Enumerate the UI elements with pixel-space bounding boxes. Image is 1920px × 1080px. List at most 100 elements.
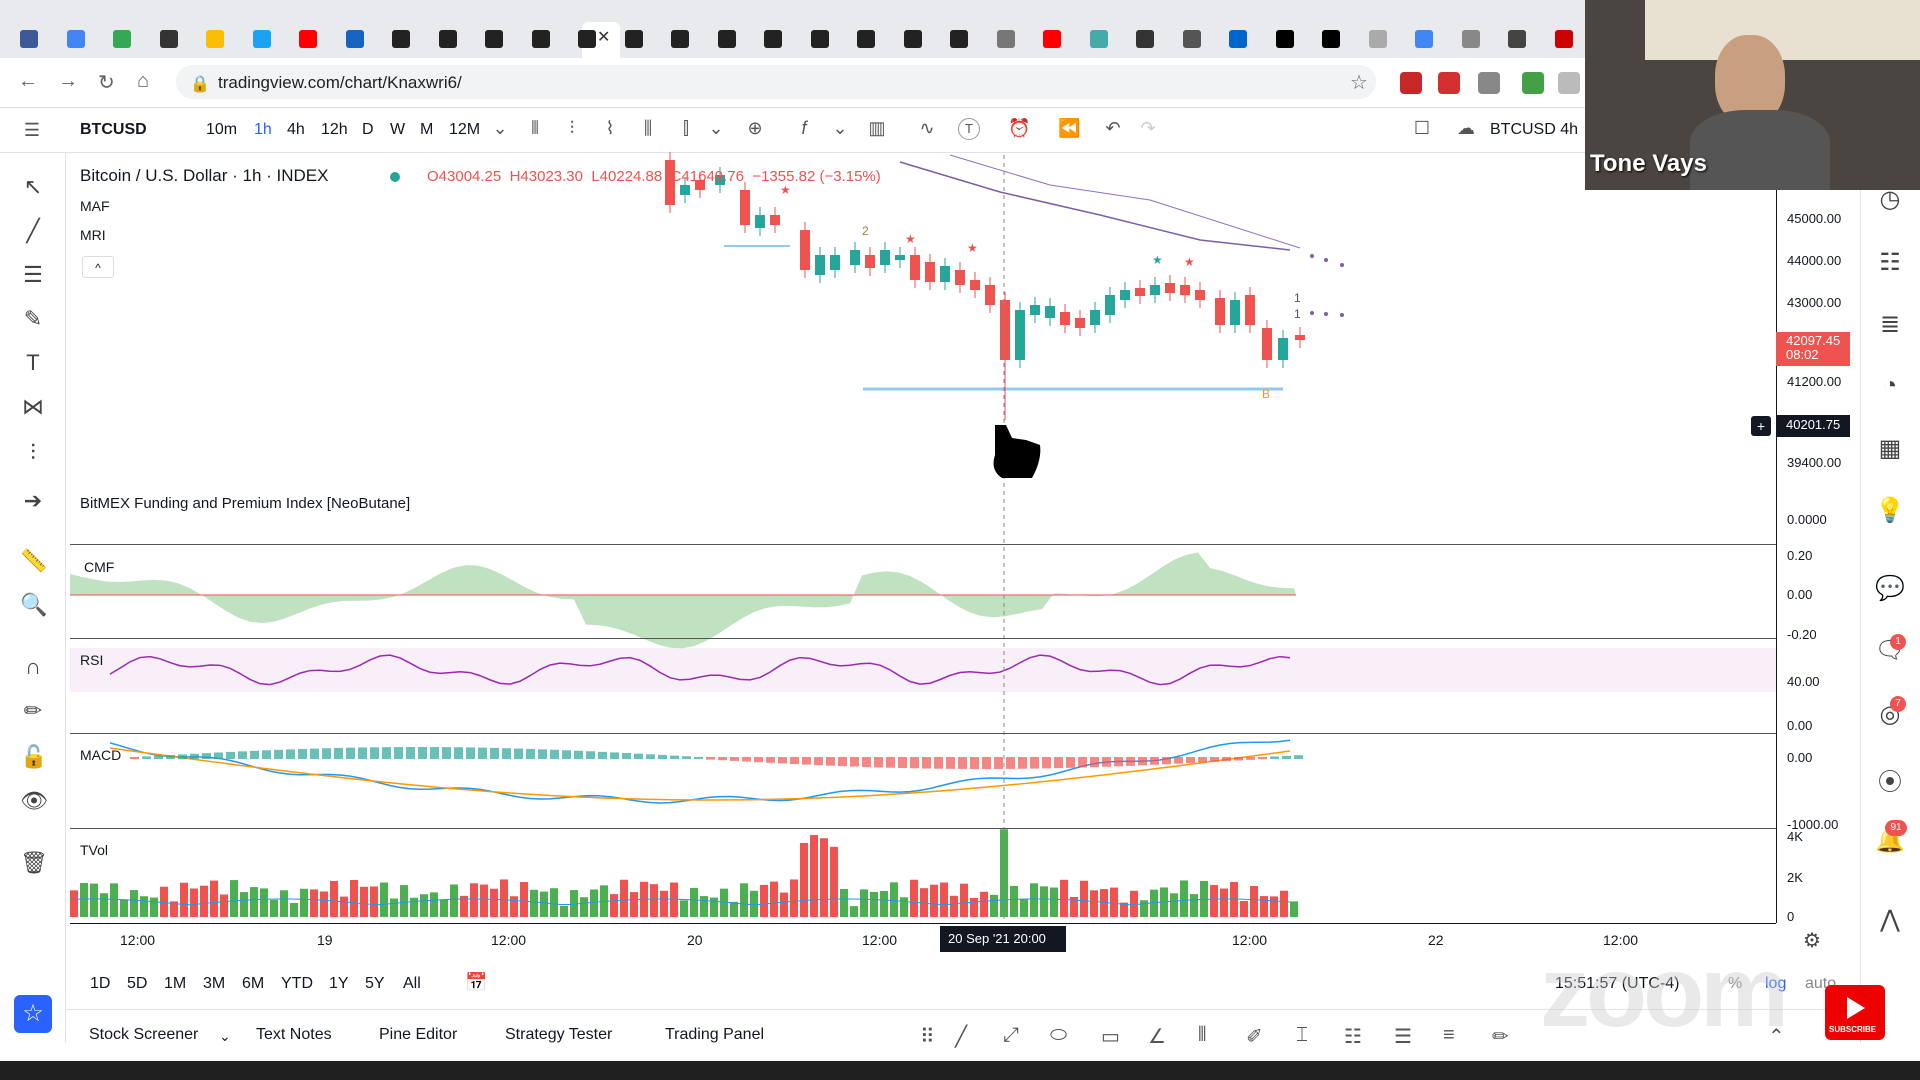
list-icon[interactable]: ≣ — [1874, 310, 1906, 342]
chart-title[interactable]: Bitcoin / U.S. Dollar · 1h · INDEX — [80, 166, 328, 186]
volume-bar — [680, 900, 688, 917]
price-axis[interactable] — [1776, 153, 1860, 923]
current-price-tag: 42097.45 08:02 — [1776, 332, 1850, 366]
volume-bar — [880, 891, 888, 917]
angle-tool-icon[interactable]: ∠ — [1148, 1024, 1166, 1049]
volume-bar — [510, 896, 518, 917]
macd-histogram-bar — [226, 751, 235, 759]
macd-histogram-bar — [814, 757, 823, 766]
date-range-calendar-icon[interactable]: 📅 — [465, 972, 487, 993]
line-tool-icon[interactable]: ╱ — [955, 1024, 967, 1049]
volume-bar — [960, 883, 968, 917]
tab-pine-editor[interactable]: Pine Editor — [379, 1026, 457, 1044]
volume-bar — [310, 889, 318, 917]
subscribe-button[interactable]: SUBSCRIBE — [1825, 985, 1885, 1040]
range-3m[interactable]: 3M — [203, 975, 225, 993]
volume-bar — [830, 846, 838, 917]
volume-bar — [740, 883, 748, 917]
macd-histogram-bar — [538, 749, 547, 759]
change-value: −1355.82 (−3.15%) — [752, 168, 881, 185]
range-5d[interactable]: 5D — [127, 975, 147, 993]
ma-line — [899, 161, 1291, 251]
macd-histogram-bar — [202, 753, 211, 759]
volume-bar — [500, 879, 508, 917]
macd-histogram-bar — [454, 747, 463, 759]
macd-histogram-bar — [862, 757, 871, 767]
macd-histogram-bar — [550, 749, 559, 759]
indicator-mri[interactable]: MRI — [80, 227, 106, 243]
tab-text-notes[interactable]: Text Notes — [256, 1026, 332, 1044]
range-1y[interactable]: 1Y — [329, 975, 349, 993]
range-1m[interactable]: 1M — [164, 975, 186, 993]
low-value: L40224.88 — [591, 168, 663, 185]
range-6m[interactable]: 6M — [242, 975, 264, 993]
range-tool-icon[interactable]: ⌶ — [1296, 1024, 1308, 1047]
volume-bar — [70, 890, 78, 917]
volume-bar — [1190, 894, 1198, 917]
volume-bar — [410, 897, 418, 917]
range-5y[interactable]: 5Y — [365, 975, 385, 993]
range-ytd[interactable]: YTD — [281, 975, 313, 993]
ellipse-tool-icon[interactable]: ⬭ — [1050, 1024, 1067, 1047]
volume-bar — [120, 899, 128, 917]
time-tick: 12:00 — [1232, 932, 1268, 948]
volume-bar — [200, 885, 208, 917]
volume-bar — [690, 887, 698, 917]
chevron-down-icon[interactable]: ⌄ — [219, 1028, 231, 1045]
volume-bar — [660, 890, 668, 917]
range-1d[interactable]: 1D — [90, 975, 110, 993]
pitchfork-tool-icon[interactable]: ☰ — [1394, 1024, 1412, 1049]
macd-histogram-bar — [574, 750, 583, 759]
cmf-area — [70, 552, 1296, 649]
bitmex-pane-title[interactable]: BitMEX Funding and Premium Index [NeoBut… — [80, 495, 410, 512]
watchlist-icon[interactable]: ☷ — [1874, 248, 1906, 280]
hand-cursor-icon — [993, 425, 1041, 478]
collapse-legend-button[interactable]: ^ — [82, 256, 114, 278]
macd-histogram-bar — [490, 747, 499, 759]
volume-bar — [1010, 885, 1018, 917]
ideas-bulb-icon[interactable]: 💡 — [1874, 496, 1906, 528]
macd-histogram-bar — [1150, 757, 1159, 765]
volume-bar — [610, 894, 618, 917]
indicator-maf[interactable]: MAF — [80, 198, 110, 214]
tab-stock-screener[interactable]: Stock Screener — [89, 1026, 198, 1044]
brush-tool-icon[interactable]: ✏ — [1492, 1024, 1509, 1049]
rsi-pane-title[interactable]: RSI — [80, 652, 103, 668]
hotlist-icon[interactable]: ◔ — [1874, 372, 1906, 404]
volume-bar — [150, 897, 158, 917]
fib-tool-icon[interactable]: ☷ — [1344, 1024, 1362, 1049]
callout-tool-icon[interactable]: ▭ — [1101, 1024, 1120, 1049]
calendar-icon[interactable]: ▦ — [1874, 434, 1906, 466]
tvol-pane-title[interactable]: TVol — [80, 842, 108, 858]
webcam-person-body — [1690, 110, 1830, 190]
tab-strategy-tester[interactable]: Strategy Tester — [505, 1026, 612, 1044]
webcam-background — [1645, 0, 1920, 60]
cmf-tick: 0.20 — [1787, 548, 1813, 563]
macd-histogram-bar — [922, 757, 931, 769]
settings-gear-icon[interactable]: ⚙ — [1803, 928, 1821, 953]
streams-icon[interactable]: ⦿ — [1874, 762, 1906, 796]
macd-histogram-bar — [730, 757, 739, 761]
macd-histogram-bar — [1246, 757, 1255, 760]
range-all[interactable]: All — [403, 975, 421, 993]
macd-histogram-bar — [1078, 757, 1087, 768]
channel-tool-icon[interactable]: ≡ — [1443, 1024, 1455, 1047]
volume-bar — [590, 889, 598, 917]
volume-bar — [400, 885, 408, 917]
marker-label: 1 — [1294, 291, 1301, 305]
bars-pattern-icon[interactable]: ⫴ — [1198, 1024, 1206, 1047]
add-alert-plus-icon[interactable]: + — [1751, 416, 1771, 436]
tab-trading-panel[interactable]: Trading Panel — [665, 1026, 764, 1044]
cmf-tick: 0.00 — [1787, 587, 1813, 602]
macd-histogram-bar — [130, 757, 139, 759]
ray-tool-icon[interactable]: ⤢ — [1003, 1024, 1019, 1047]
volume-bar — [190, 888, 198, 917]
drag-handle-icon[interactable]: ⠿ — [920, 1024, 935, 1049]
signals-icon[interactable]: ⋀ — [1874, 905, 1906, 937]
pen-tool-icon[interactable]: ✐ — [1246, 1024, 1263, 1049]
macd-pane-title[interactable]: MACD — [80, 747, 121, 763]
cmf-pane-title[interactable]: CMF — [80, 557, 119, 577]
chat-icon[interactable]: 💬 — [1874, 574, 1906, 606]
projection-dot — [1324, 312, 1328, 316]
cmf-tick: -0.20 — [1787, 627, 1817, 642]
